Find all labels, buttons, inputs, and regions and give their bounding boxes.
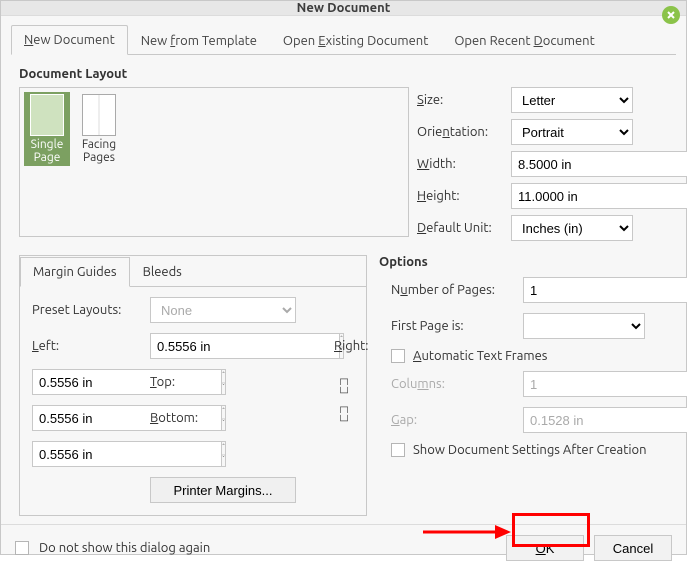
- height-input[interactable]: [511, 183, 687, 209]
- options-title: Options: [379, 255, 668, 269]
- width-stepper[interactable]: ˆˇ: [511, 151, 633, 177]
- layout-single-page[interactable]: Single Page: [24, 92, 70, 166]
- document-layout-title: Document Layout: [19, 67, 668, 81]
- window-title: New Document: [297, 1, 391, 15]
- num-pages-label: Number of Pages:: [391, 283, 515, 297]
- link-margins-icon[interactable]: ┌┐└┘┌┐└┘: [334, 373, 354, 427]
- dont-show-checkbox[interactable]: [15, 541, 29, 555]
- width-input[interactable]: [511, 151, 687, 177]
- orientation-label: Orientation:: [417, 125, 503, 139]
- titlebar: New Document: [1, 1, 686, 16]
- margin-bottom-stepper[interactable]: ˆˇ: [32, 441, 178, 467]
- tab-margin-guides[interactable]: Margin Guides: [20, 257, 130, 287]
- gap-stepper: ˆˇ: [523, 407, 645, 433]
- margin-left-label: Left:: [32, 339, 140, 353]
- tab-new-from-template[interactable]: New from Template: [128, 26, 270, 55]
- printer-margins-button[interactable]: Printer Margins...: [150, 477, 296, 503]
- preset-label: Preset Layouts:: [32, 303, 140, 317]
- gap-label: Gap:: [391, 413, 515, 427]
- columns-label: Columns:: [391, 377, 515, 391]
- orientation-select[interactable]: Portrait: [511, 119, 633, 145]
- tab-open-existing[interactable]: Open Existing Document: [270, 26, 441, 55]
- tab-open-recent[interactable]: Open Recent Document: [441, 26, 607, 55]
- height-label: Height:: [417, 189, 503, 203]
- auto-text-frames-checkbox[interactable]: [391, 349, 405, 363]
- margin-left-stepper[interactable]: ˆˇ: [150, 333, 296, 359]
- size-select[interactable]: Letter: [511, 87, 633, 113]
- auto-text-frames-label: Automatic Text Frames: [413, 349, 547, 363]
- num-pages-stepper[interactable]: ˆˇ: [523, 277, 645, 303]
- show-settings-label: Show Document Settings After Creation: [413, 443, 647, 457]
- tab-bleeds[interactable]: Bleeds: [130, 257, 195, 287]
- layout-facing-pages[interactable]: Facing Pages: [76, 92, 122, 166]
- tab-new-document[interactable]: New Document: [11, 25, 128, 55]
- facing-pages-icon: [82, 94, 116, 136]
- margin-bottom-label: Bottom:: [150, 411, 324, 425]
- unit-select[interactable]: Inches (in): [511, 215, 633, 241]
- show-settings-checkbox[interactable]: [391, 443, 405, 457]
- unit-label: Default Unit:: [417, 221, 503, 235]
- preset-select[interactable]: None: [150, 297, 296, 323]
- margin-top-label: Top:: [150, 375, 324, 389]
- height-stepper[interactable]: ˆˇ: [511, 183, 633, 209]
- single-page-icon: [30, 94, 64, 136]
- first-page-label: First Page is:: [391, 319, 515, 333]
- first-page-select[interactable]: [523, 313, 645, 339]
- main-tabs: New Document New from Template Open Exis…: [11, 24, 676, 55]
- ok-button[interactable]: OK: [506, 535, 584, 561]
- columns-stepper: ˆˇ: [523, 371, 645, 397]
- margin-right-label: Right:: [334, 339, 354, 353]
- dont-show-label: Do not show this dialog again: [39, 541, 210, 555]
- close-icon[interactable]: [662, 6, 680, 24]
- width-label: Width:: [417, 157, 503, 171]
- layout-icon-list: Single Page Facing Pages: [19, 87, 409, 237]
- cancel-button[interactable]: Cancel: [594, 535, 672, 561]
- size-label: Size:: [417, 93, 503, 107]
